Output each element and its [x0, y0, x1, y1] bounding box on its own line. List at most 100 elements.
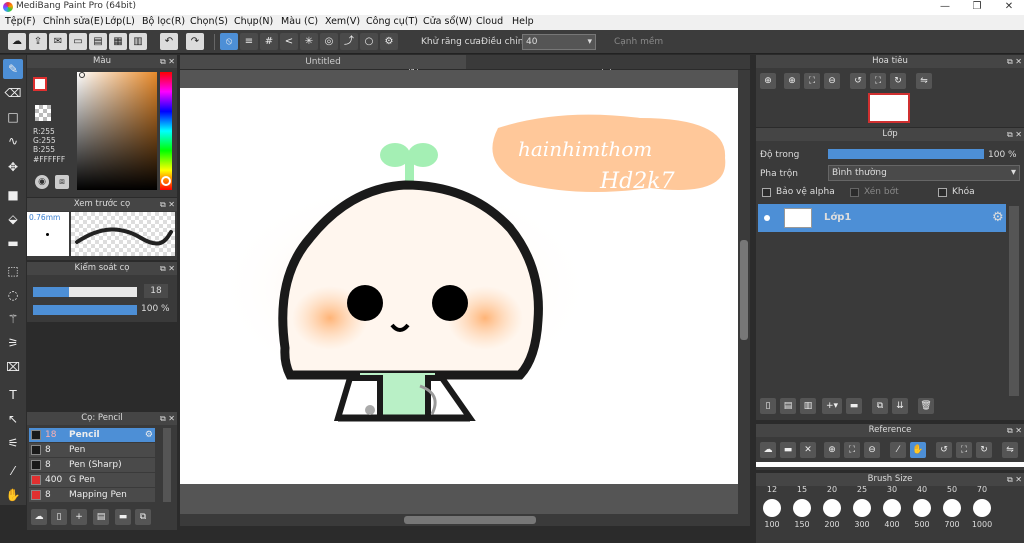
- fill-rect-tool-icon[interactable]: ■: [3, 185, 23, 205]
- gradient-tool-icon[interactable]: ▬: [3, 233, 23, 253]
- move-tool-icon[interactable]: ✥: [3, 157, 23, 177]
- zoom-in-icon[interactable]: ⊕: [784, 73, 800, 89]
- color-wheel-icon[interactable]: ◉: [35, 175, 49, 189]
- panel-buttons-icon[interactable]: ⧉ ✕: [1007, 55, 1022, 68]
- vertical-scroll-thumb[interactable]: [740, 240, 748, 340]
- menu-select[interactable]: Chọn(S): [190, 16, 228, 27]
- menu-edit[interactable]: Chỉnh sửa(E): [43, 16, 104, 27]
- brush-list-scrollbar[interactable]: [163, 428, 171, 502]
- brush-list-item[interactable]: 18 Pencil ⚙: [29, 428, 155, 442]
- brush-size-preset[interactable]: [973, 499, 991, 517]
- panel-buttons-icon[interactable]: ⧉ ✕: [160, 198, 175, 211]
- correction-select[interactable]: 40 ▾: [522, 34, 596, 50]
- rotate-right-icon[interactable]: ↻: [890, 73, 906, 89]
- upload-icon[interactable]: ⇪: [29, 33, 47, 50]
- layout-icon[interactable]: ▥: [129, 33, 147, 50]
- cloud-icon[interactable]: ☁: [8, 33, 26, 50]
- merge-layer-icon[interactable]: ⇊: [892, 398, 908, 414]
- close-reference-icon[interactable]: ✕: [800, 442, 816, 458]
- brush-settings-gear-icon[interactable]: ⚙: [145, 428, 153, 442]
- menu-cloud[interactable]: Cloud: [476, 16, 503, 27]
- picker-cursor[interactable]: [79, 72, 85, 78]
- fit-window-icon[interactable]: ⛶: [804, 73, 820, 89]
- select-eraser-icon[interactable]: ⌧: [3, 357, 23, 377]
- flip-icon[interactable]: ⇋: [916, 73, 932, 89]
- menu-help[interactable]: Help: [512, 16, 534, 27]
- menu-tools[interactable]: Công cụ(T): [366, 16, 418, 27]
- menu-file[interactable]: Tệp(F): [5, 16, 36, 27]
- brush-list-item[interactable]: 8 Pen: [29, 443, 155, 457]
- ref-rotate-right-icon[interactable]: ↻: [976, 442, 992, 458]
- brush-size-slider[interactable]: [33, 287, 137, 297]
- new-layer-8bit-icon[interactable]: ▤: [780, 398, 796, 414]
- blend-mode-select[interactable]: Bình thường ▾: [828, 165, 1020, 181]
- brush-size-preset[interactable]: [823, 499, 841, 517]
- cloud-brush-icon[interactable]: ☁: [31, 509, 47, 525]
- menu-filter[interactable]: Bộ lọc(R): [142, 16, 185, 27]
- panel-buttons-icon[interactable]: ⧉ ✕: [160, 55, 175, 68]
- grid-snap-icon[interactable]: #: [260, 33, 278, 50]
- select-tool-icon[interactable]: ⬚: [3, 261, 23, 281]
- add-brush-icon[interactable]: ▯: [51, 509, 67, 525]
- brush-tool-icon[interactable]: ✎: [3, 59, 23, 79]
- tab-untitled[interactable]: Untitled: [180, 55, 466, 69]
- horizontal-scroll-thumb[interactable]: [404, 516, 536, 524]
- hue-slider[interactable]: [160, 72, 172, 190]
- hue-slider-handle[interactable]: [161, 176, 171, 186]
- cloud-reference-icon[interactable]: ☁: [760, 442, 776, 458]
- brush-size-preset[interactable]: [853, 499, 871, 517]
- menu-color[interactable]: Màu (C): [281, 16, 318, 27]
- undo-icon[interactable]: ↶: [160, 33, 178, 50]
- panel-buttons-icon[interactable]: ⧉ ✕: [160, 262, 175, 275]
- rect-shape-tool-icon[interactable]: □: [3, 107, 23, 127]
- circle-snap-icon[interactable]: ○: [360, 33, 378, 50]
- panel-buttons-icon[interactable]: ⧉ ✕: [1007, 473, 1022, 486]
- operation-tool-icon[interactable]: ↖: [3, 409, 23, 429]
- parallel-snap-icon[interactable]: ≡: [240, 33, 258, 50]
- snap-off-icon[interactable]: ⦸: [220, 33, 238, 50]
- redo-icon[interactable]: ↷: [186, 33, 204, 50]
- ref-rotate-left-icon[interactable]: ↺: [936, 442, 952, 458]
- panel-buttons-icon[interactable]: ⧉ ✕: [160, 412, 175, 425]
- grid-doc-icon[interactable]: ▦: [109, 33, 127, 50]
- new-layer-icon[interactable]: ▯: [760, 398, 776, 414]
- text-tool-icon[interactable]: T: [3, 385, 23, 405]
- menu-window[interactable]: Cửa sổ(W): [423, 16, 472, 27]
- ref-hand-icon[interactable]: ✋: [910, 442, 926, 458]
- snap-settings-icon[interactable]: ⚙: [380, 33, 398, 50]
- hand-tool-icon[interactable]: ✋: [3, 485, 23, 505]
- ref-eyedropper-icon[interactable]: ⁄: [890, 442, 906, 458]
- ref-zoom-out-icon[interactable]: ⊖: [864, 442, 880, 458]
- canvas-vertical-scrollbar[interactable]: [738, 70, 750, 514]
- magic-wand-icon[interactable]: ⚚: [3, 309, 23, 329]
- layer-settings-gear-icon[interactable]: ⚙: [992, 210, 1004, 225]
- brush-list-item[interactable]: 8 Pen (Sharp): [29, 458, 155, 472]
- brush-opacity-slider[interactable]: [33, 305, 137, 315]
- transparent-color-swatch[interactable]: [35, 105, 51, 121]
- rotate-left-icon[interactable]: ↺: [850, 73, 866, 89]
- menu-layer[interactable]: Lớp(L): [105, 16, 135, 27]
- brush-size-preset[interactable]: [943, 499, 961, 517]
- add-layer-dropdown-icon[interactable]: +▾: [822, 398, 842, 414]
- dot-tool-icon[interactable]: ∿: [3, 131, 23, 151]
- perspective-snap-icon[interactable]: <: [280, 33, 298, 50]
- reset-view-icon[interactable]: ⛶: [870, 73, 886, 89]
- canvas-paper[interactable]: hainhimthom Hd2k7: [180, 88, 738, 484]
- restore-button[interactable]: ❐: [962, 0, 992, 15]
- brush-list-item[interactable]: 400 G Pen: [29, 473, 155, 487]
- copy-brush-icon[interactable]: ▤: [93, 509, 109, 525]
- ref-fit-icon[interactable]: ⛶: [844, 442, 860, 458]
- delete-layer-icon[interactable]: 🗑: [918, 398, 934, 414]
- new-layer-1bit-icon[interactable]: ▥: [800, 398, 816, 414]
- reference-canvas[interactable]: [756, 462, 1024, 467]
- layer-opacity-slider[interactable]: [828, 149, 984, 159]
- saturation-value-picker[interactable]: [77, 72, 157, 190]
- zoom-out-icon[interactable]: ⊖: [824, 73, 840, 89]
- brush-size-preset[interactable]: [913, 499, 931, 517]
- divide-tool-icon[interactable]: ⚟: [3, 433, 23, 453]
- canvas-horizontal-scrollbar[interactable]: [180, 514, 750, 526]
- zoom-fit-icon[interactable]: ⊕: [760, 73, 776, 89]
- open-reference-icon[interactable]: ▬: [780, 442, 796, 458]
- folder-icon[interactable]: ▬: [115, 509, 131, 525]
- brush-size-preset[interactable]: [763, 499, 781, 517]
